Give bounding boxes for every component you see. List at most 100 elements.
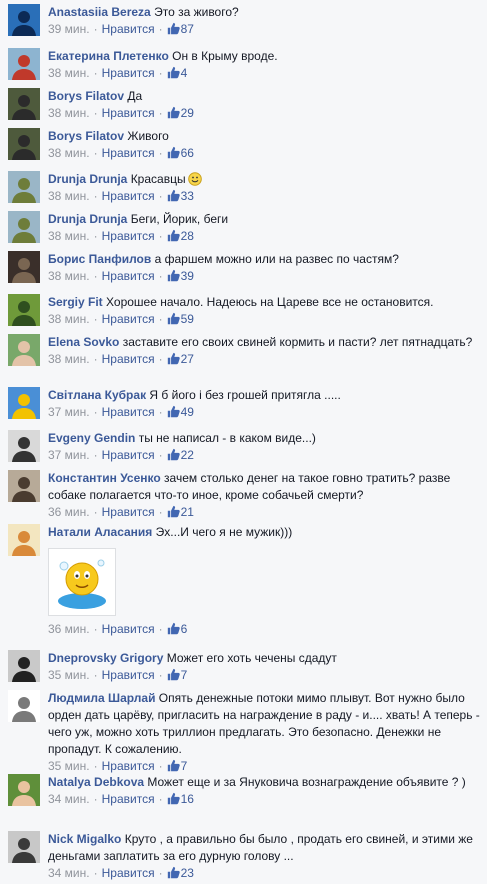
comment-author-link[interactable]: Nick Migalko: [48, 832, 121, 846]
like-count[interactable]: 29: [181, 106, 194, 120]
meta-separator: ·: [158, 106, 163, 120]
like-button[interactable]: Нравится: [102, 312, 155, 326]
like-count[interactable]: 59: [181, 312, 194, 326]
like-count[interactable]: 7: [181, 759, 188, 773]
like-count[interactable]: 23: [181, 866, 194, 880]
comment-timestamp[interactable]: 36 мин.: [48, 622, 90, 636]
meta-separator: ·: [158, 759, 163, 773]
comment-author-link[interactable]: Людмила Шарлай: [48, 691, 155, 705]
like-button[interactable]: Нравится: [102, 448, 155, 462]
comment-body: Elena Sovko заставите его своих свиней к…: [48, 334, 481, 368]
like-count[interactable]: 21: [181, 505, 194, 519]
comment-timestamp[interactable]: 38 мин.: [48, 229, 90, 243]
commenter-avatar[interactable]: [8, 251, 40, 283]
thumbs-up-icon: [167, 106, 180, 119]
comment-text: Может его хоть чечены сдадут: [166, 651, 337, 665]
commenter-avatar[interactable]: [8, 470, 40, 502]
like-count[interactable]: 4: [181, 66, 188, 80]
commenter-avatar[interactable]: [8, 211, 40, 243]
comment-timestamp[interactable]: 36 мин.: [48, 505, 90, 519]
like-count[interactable]: 6: [181, 622, 188, 636]
commenter-avatar[interactable]: [8, 650, 40, 682]
comment-timestamp[interactable]: 35 мин.: [48, 668, 90, 682]
comment-timestamp[interactable]: 37 мин.: [48, 448, 90, 462]
comment-author-link[interactable]: Борис Панфилов: [48, 252, 151, 266]
like-count[interactable]: 49: [181, 405, 194, 419]
comment-timestamp[interactable]: 38 мин.: [48, 146, 90, 160]
commenter-avatar[interactable]: [8, 387, 40, 419]
commenter-avatar[interactable]: [8, 294, 40, 326]
comment-author-link[interactable]: Sergiy Fit: [48, 295, 103, 309]
like-button[interactable]: Нравится: [102, 668, 155, 682]
like-count[interactable]: 22: [181, 448, 194, 462]
comment-line: Dneprovsky Grigory Может его хоть чечены…: [48, 650, 481, 667]
sticker-image[interactable]: [48, 548, 116, 616]
comment-author-link[interactable]: Anastasiia Bereza: [48, 5, 151, 19]
like-count[interactable]: 39: [181, 269, 194, 283]
like-button[interactable]: Нравится: [102, 866, 155, 880]
comment-author-link[interactable]: Drunja Drunja: [48, 172, 127, 186]
comment-author-link[interactable]: Натали Аласания: [48, 525, 152, 539]
commenter-avatar[interactable]: [8, 524, 40, 556]
like-button[interactable]: Нравится: [102, 505, 155, 519]
comment-meta: 38 мин. · Нравится · 28: [48, 228, 481, 245]
comment-author-link[interactable]: Borys Filatov: [48, 89, 124, 103]
comment-author-link[interactable]: Світлана Кубрак: [48, 388, 146, 402]
comment-line: Borys Filatov Да: [48, 88, 481, 105]
like-count[interactable]: 33: [181, 189, 194, 203]
comment-author-link[interactable]: Екатерина Плетенко: [48, 49, 169, 63]
commenter-avatar[interactable]: [8, 4, 40, 36]
like-count[interactable]: 87: [181, 22, 194, 36]
like-count[interactable]: 28: [181, 229, 194, 243]
like-button[interactable]: Нравится: [102, 792, 155, 806]
like-count[interactable]: 7: [181, 668, 188, 682]
comment-author-link[interactable]: Elena Sovko: [48, 335, 119, 349]
commenter-avatar[interactable]: [8, 774, 40, 806]
comment-text: а фаршем можно или на развес по частям?: [154, 252, 399, 266]
comment-body: Drunja Drunja Беги, Йорик, беги 38 мин. · Н…: [48, 211, 481, 245]
like-button[interactable]: Нравится: [102, 66, 155, 80]
commenter-avatar[interactable]: [8, 88, 40, 120]
like-button[interactable]: Нравится: [102, 622, 155, 636]
like-button[interactable]: Нравится: [102, 229, 155, 243]
like-button[interactable]: Нравится: [102, 146, 155, 160]
like-button[interactable]: Нравится: [102, 405, 155, 419]
like-button[interactable]: Нравится: [102, 759, 155, 773]
commenter-avatar[interactable]: [8, 171, 40, 203]
comment-timestamp[interactable]: 34 мин.: [48, 792, 90, 806]
like-button[interactable]: Нравится: [102, 352, 155, 366]
commenter-avatar[interactable]: [8, 128, 40, 160]
comment-timestamp[interactable]: 38 мин.: [48, 312, 90, 326]
like-button[interactable]: Нравится: [102, 269, 155, 283]
comment-timestamp[interactable]: 39 мин.: [48, 22, 90, 36]
comment-timestamp[interactable]: 37 мин.: [48, 405, 90, 419]
like-count[interactable]: 66: [181, 146, 194, 160]
comment-author-link[interactable]: Константин Усенко: [48, 471, 161, 485]
like-count[interactable]: 27: [181, 352, 194, 366]
commenter-avatar[interactable]: [8, 430, 40, 462]
commenter-avatar[interactable]: [8, 831, 40, 863]
like-button[interactable]: Нравится: [102, 106, 155, 120]
commenter-avatar[interactable]: [8, 48, 40, 80]
like-button[interactable]: Нравится: [102, 22, 155, 36]
comment-body: Evgeny Gendin ты не написал - в каком ви…: [48, 430, 481, 464]
comment-timestamp[interactable]: 38 мин.: [48, 106, 90, 120]
comment-author-link[interactable]: Drunja Drunja: [48, 212, 127, 226]
comment-timestamp[interactable]: 38 мин.: [48, 352, 90, 366]
comment-author-link[interactable]: Evgeny Gendin: [48, 431, 135, 445]
comment-timestamp[interactable]: 38 мин.: [48, 189, 90, 203]
comment-timestamp[interactable]: 38 мин.: [48, 269, 90, 283]
meta-separator: ·: [93, 106, 98, 120]
commenter-avatar[interactable]: [8, 334, 40, 366]
comment-body: Drunja Drunja Красавцы 38 мин. · Нравится · 3…: [48, 171, 481, 205]
comment-author-link[interactable]: Dneprovsky Grigory: [48, 651, 163, 665]
comment-timestamp[interactable]: 38 мин.: [48, 66, 90, 80]
comment-timestamp[interactable]: 35 мин.: [48, 759, 90, 773]
like-button[interactable]: Нравится: [102, 189, 155, 203]
like-count[interactable]: 16: [181, 792, 194, 806]
comment-author-link[interactable]: Natalya Debkova: [48, 775, 144, 789]
comment-timestamp[interactable]: 34 мин.: [48, 866, 90, 880]
thumbs-up-icon: [167, 229, 180, 242]
commenter-avatar[interactable]: [8, 690, 40, 722]
comment-author-link[interactable]: Borys Filatov: [48, 129, 124, 143]
